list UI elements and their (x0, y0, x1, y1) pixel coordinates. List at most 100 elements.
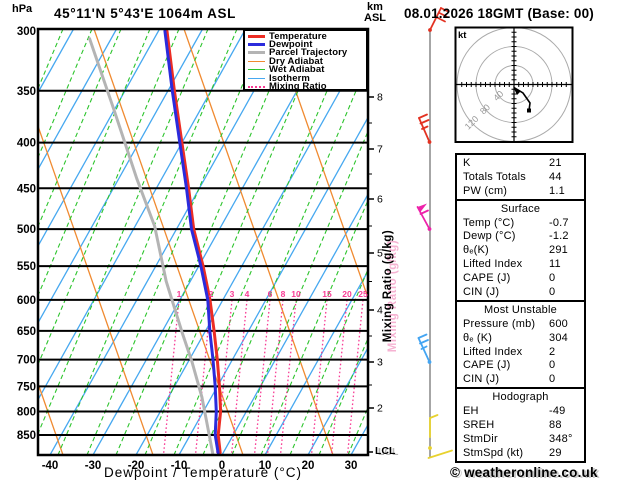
pressure-unit-label: hPa (12, 3, 33, 15)
table-row-label: Temp (°C) (463, 216, 515, 229)
svg-text:20: 20 (342, 289, 352, 299)
table-row-value: 11 (549, 258, 561, 271)
legend-item: Mixing Ratio (245, 81, 366, 93)
lcl-label: LCL (375, 445, 396, 457)
table-row-label: θₑ (K) (463, 331, 493, 344)
table-section: Surface Temp (°C) -0.7 Dewp (°C) -1.2 θₑ(K) 29… (457, 201, 584, 302)
table-row: CIN (J) 0 (457, 285, 584, 299)
table-row-label: Lifted Index (463, 258, 523, 271)
svg-text:500: 500 (17, 224, 36, 236)
legend-label: Mixing Ratio (269, 81, 327, 93)
table-row-label: StmSpd (kt) (463, 446, 524, 459)
table-row-label: CIN (J) (463, 285, 500, 298)
svg-text:1: 1 (177, 289, 182, 299)
table-row-label: Pressure (mb) (463, 317, 536, 330)
table-row-value: 21 (549, 156, 562, 169)
table-row: CAPE (J) 0 (457, 358, 584, 372)
legend-swatch (248, 77, 265, 79)
altitude-axis-unit: km ASL (359, 2, 391, 24)
svg-text:8: 8 (377, 92, 383, 104)
table-section-header: Surface (500, 202, 541, 215)
table-row-label: CIN (J) (463, 373, 500, 386)
svg-text:25: 25 (358, 289, 368, 299)
table-row-label: SREH (463, 418, 495, 431)
table-row: Lifted Index 11 (457, 257, 584, 271)
plot-border (36, 27, 370, 457)
svg-text:450: 450 (17, 183, 36, 195)
table-row: CAPE (J) 0 (457, 271, 584, 285)
table-row-label: CAPE (J) (463, 359, 511, 372)
table-row-value: 2 (549, 345, 556, 358)
datetime-title: 08.01.2026 18GMT (Base: 00) (404, 6, 595, 21)
svg-text:7: 7 (377, 144, 383, 156)
wind-barb-column (416, 7, 453, 459)
table-row: PW (cm) 1.1 (457, 184, 584, 198)
table-row: θₑ (K) 304 (457, 331, 584, 345)
table-row: θₑ(K) 291 (457, 243, 584, 257)
table-row-value: 0 (549, 373, 556, 386)
svg-text:15: 15 (322, 289, 332, 299)
table-row-label: Lifted Index (463, 345, 523, 358)
table-row-value: 600 (549, 317, 568, 330)
legend-swatch (248, 60, 265, 62)
svg-text:6: 6 (268, 289, 273, 299)
svg-text:800: 800 (17, 406, 36, 418)
svg-text:400: 400 (17, 138, 36, 150)
svg-text:4: 4 (245, 289, 250, 299)
table-row-label: Dewp (°C) (463, 230, 516, 243)
table-row: SREH 88 (457, 418, 584, 432)
table-row-label: EH (463, 405, 479, 418)
legend-swatch (248, 34, 265, 38)
table-row-label: K (463, 156, 471, 169)
svg-text:2: 2 (377, 403, 383, 415)
sounding-profiles (88, 29, 223, 455)
table-row: CIN (J) 0 (457, 372, 584, 386)
hodograph-panel: 4080120kt (454, 26, 574, 143)
table-row: Pressure (mb) 600 (457, 317, 584, 331)
table-row-value: 29 (549, 446, 562, 459)
table-row: K 21 (457, 156, 584, 170)
table-row-value: 291 (549, 244, 568, 257)
svg-text:kt: kt (458, 30, 467, 41)
table-section-header: Most Unstable (484, 303, 557, 316)
table-row-value: -0.7 (549, 216, 569, 229)
svg-text:3: 3 (230, 289, 235, 299)
table-row: EH -49 (457, 404, 584, 418)
table-row-value: 88 (549, 418, 562, 431)
svg-text:750: 750 (17, 381, 36, 393)
table-section-header: Hodograph (492, 391, 549, 404)
svg-text:700: 700 (17, 355, 36, 367)
table-section: K 21 Totals Totals 44 PW (cm) 1.1 (457, 155, 584, 201)
svg-text:10: 10 (291, 289, 301, 299)
chart-legend: Temperature Dewpoint Parcel Trajectory Dry … (243, 29, 368, 93)
svg-text:650: 650 (17, 326, 36, 338)
indices-table: K 21 Totals Totals 44 PW (cm) 1.1 Surface Temp … (455, 153, 586, 463)
station-title: 45°11'N 5°43'E 1064m ASL (54, 6, 236, 21)
svg-text:850: 850 (17, 430, 36, 442)
svg-text:550: 550 (17, 261, 36, 273)
skewt-screenshot: 300 350 400 450 500 550 600 650 700 750 800 850 -40-… (0, 0, 629, 486)
asl-datum-label: ASL (364, 12, 386, 24)
table-row: Temp (°C) -0.7 (457, 216, 584, 230)
table-row-label: Totals Totals (463, 170, 526, 183)
table-row: StmDir 348° (457, 432, 584, 446)
legend-swatch (248, 85, 265, 88)
legend-swatch (248, 69, 265, 71)
svg-text:600: 600 (17, 295, 36, 307)
table-row: Dewp (°C) -1.2 (457, 229, 584, 243)
temp-axis-label: Dewpoint / Temperature (°C) (104, 465, 302, 480)
copyright: © weatheronline.co.uk (450, 465, 598, 480)
table-row-value: 0 (549, 272, 556, 285)
table-row-value: -49 (549, 405, 566, 418)
table-row: Totals Totals 44 (457, 170, 584, 184)
table-row-value: -1.2 (549, 230, 569, 243)
table-row: StmSpd (kt) 29 (457, 446, 584, 460)
svg-text:8: 8 (281, 289, 286, 299)
svg-text:2: 2 (209, 289, 214, 299)
legend-swatch (248, 51, 265, 55)
table-row-value: 44 (549, 170, 562, 183)
table-row-value: 0 (549, 285, 556, 298)
table-row-value: 1.1 (549, 184, 565, 197)
table-row-label: θₑ(K) (463, 244, 489, 257)
legend-swatch (248, 43, 265, 47)
